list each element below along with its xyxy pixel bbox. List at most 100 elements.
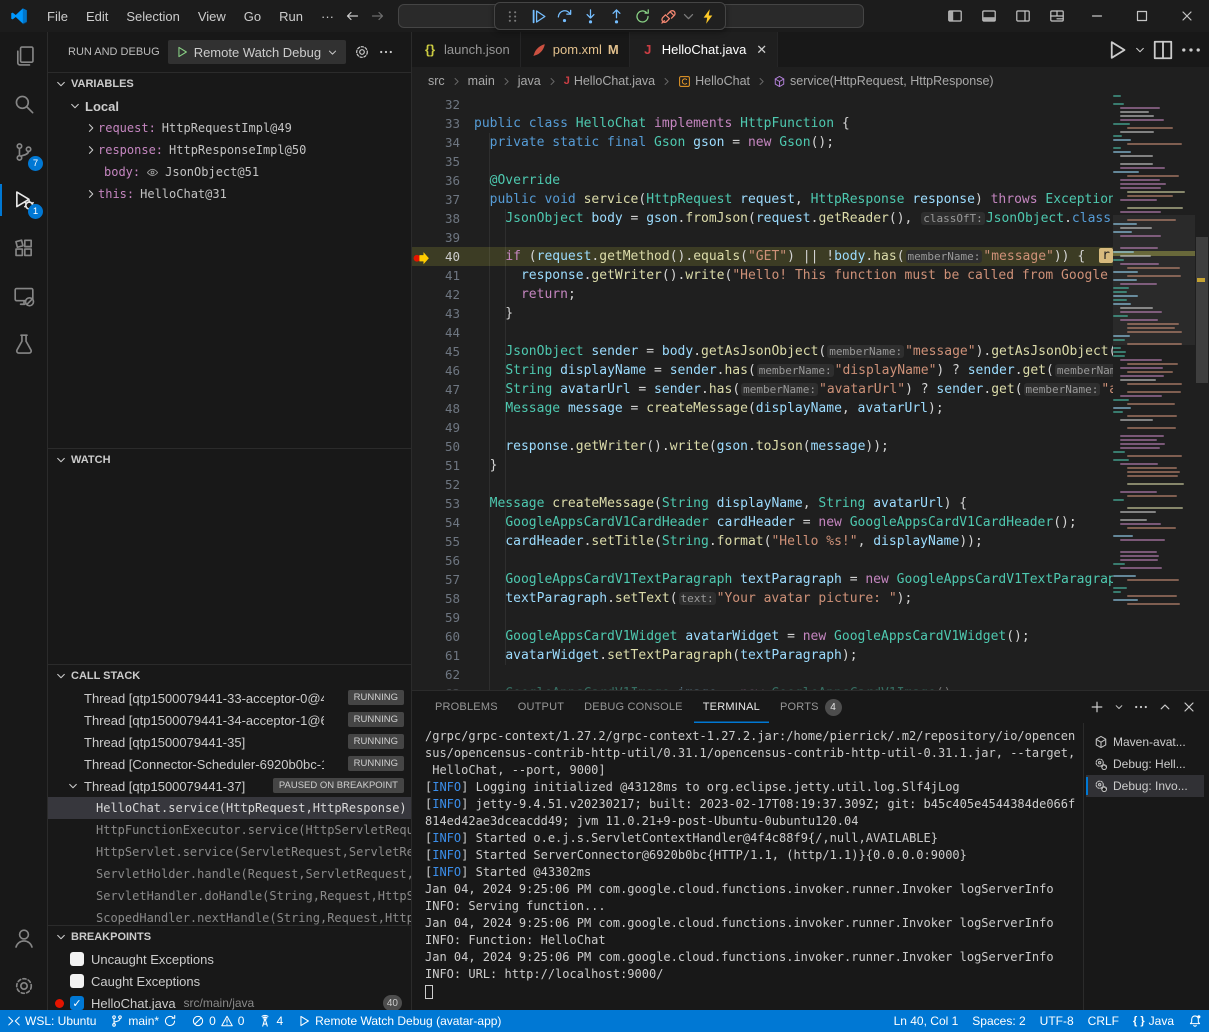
step-out-button[interactable] [603,4,629,28]
activity-bar-manage-settings[interactable] [0,962,48,1010]
breakpoint-checkbox[interactable] [70,952,84,966]
minimize-button[interactable] [1074,0,1119,32]
menu-Run[interactable]: Run [270,5,312,27]
call-stack-frame[interactable]: ServletHolder.handle(Request,ServletRequ… [48,863,412,885]
maximize-panel-icon[interactable] [1157,699,1173,715]
status-item[interactable]: Remote Watch Debug (avatar-app) [290,1010,508,1032]
gutter[interactable] [412,439,430,455]
menu-View[interactable]: View [189,5,235,27]
hot-code-replace-button[interactable] [695,4,721,28]
lazy-eval-eye-icon[interactable] [146,166,159,179]
gutter[interactable] [412,306,430,322]
breakpoint-row[interactable]: Uncaught Exceptions [48,948,412,970]
menu-Selection[interactable]: Selection [117,5,188,27]
gutter[interactable] [412,496,430,512]
code-line[interactable]: 61 avatarWidget.setTextParagraph(textPar… [412,646,1113,665]
code-line[interactable]: 57 GoogleAppsCardV1TextParagraph textPar… [412,570,1113,589]
customize-layout-button[interactable] [1040,0,1074,32]
gutter[interactable] [412,192,430,208]
editor-more-actions-icon[interactable] [1179,38,1203,62]
close-tab-icon[interactable]: ✕ [756,42,767,58]
variable-row[interactable]: request:HttpRequestImpl@49 [48,117,412,139]
panel-tab-terminal[interactable]: TERMINAL [694,691,769,723]
call-stack-header[interactable]: CALL STACK [48,665,412,687]
terminal-instance[interactable]: Debug: Invo... [1086,775,1204,797]
gutter[interactable] [412,629,430,645]
toolbar-grip-icon[interactable] [499,4,525,28]
panel-tab-debug-console[interactable]: DEBUG CONSOLE [575,691,692,723]
status-item[interactable]: 4 [251,1010,290,1032]
breakpoints-header[interactable]: BREAKPOINTS [48,926,412,948]
code-line[interactable]: 54 GoogleAppsCardV1CardHeader cardHeader… [412,513,1113,532]
debug-settings-gear-icon[interactable] [354,44,370,60]
disconnect-button[interactable] [655,4,681,28]
menu-Go[interactable]: Go [235,5,270,27]
step-into-button[interactable] [577,4,603,28]
gutter[interactable] [412,287,430,303]
breadcrumb-item[interactable]: JHelloChat.java [564,74,655,88]
gutter[interactable] [412,534,430,550]
gutter[interactable] [412,401,430,417]
gutter[interactable] [412,477,430,493]
gutter[interactable] [412,211,430,227]
activity-bar-testing[interactable] [0,320,48,368]
call-stack-frame[interactable]: HelloChat.service(HttpRequest,HttpRespon… [48,797,412,819]
code-line[interactable]: 37 public void service(HttpRequest reque… [412,190,1113,209]
code-line[interactable]: 41 response.getWriter().write("Hello! Th… [412,266,1113,285]
breakpoint-row[interactable]: ✓HelloChat.javasrc/main/java40 [48,992,412,1010]
variable-row[interactable]: body:JsonObject@51 [48,161,412,183]
tab-launch.json[interactable]: {}launch.json [412,32,521,67]
code-line[interactable]: 51 } [412,456,1113,475]
gutter[interactable] [412,572,430,588]
watch-header[interactable]: WATCH [48,449,412,471]
code-line[interactable]: 53 Message createMessage(String displayN… [412,494,1113,513]
call-stack-frame[interactable]: HttpFunctionExecutor.service(HttpServlet… [48,819,412,841]
launch-config-dropdown[interactable]: Remote Watch Debug [168,40,346,64]
code-line[interactable]: 40 if (request.getMethod().equals("GET")… [412,247,1113,266]
step-over-button[interactable] [551,4,577,28]
code-line[interactable]: 36 @Override [412,171,1113,190]
gutter[interactable] [412,458,430,474]
toggle-secondary-sidebar-button[interactable] [1006,0,1040,32]
gutter[interactable] [412,648,430,664]
status-item[interactable]: UTF-8 [1033,1010,1081,1032]
status-item[interactable]: Ln 40, Col 1 [887,1010,966,1032]
run-dropdown-chevron-icon[interactable] [1133,38,1147,62]
gutter[interactable] [412,382,430,398]
gutter[interactable] [412,667,430,683]
panel-tab-ports[interactable]: PORTS4 [771,691,851,723]
terminal-instance[interactable]: Debug: Hell... [1086,753,1204,775]
gutter[interactable] [412,173,430,189]
code-line[interactable]: 60 GoogleAppsCardV1Widget avatarWidget =… [412,627,1113,646]
code-line[interactable]: 32 [412,95,1113,114]
close-panel-icon[interactable] [1181,699,1197,715]
gutter[interactable] [412,154,430,170]
activity-bar-explorer[interactable] [0,32,48,80]
menu-moremoremore[interactable]: ··· [312,5,343,27]
go-forward-icon[interactable] [370,8,386,24]
breadcrumb-item[interactable]: HelloChat [678,74,750,88]
activity-bar-remote-explorer[interactable] [0,272,48,320]
code-line[interactable]: 46 String displayName = sender.has(membe… [412,361,1113,380]
tab-pom.xml[interactable]: pom.xmlM [521,32,630,67]
run-java-icon[interactable] [1105,38,1129,62]
gutter[interactable] [412,268,430,284]
call-stack-thread[interactable]: Thread [Connector-Scheduler-6920b0bc-1]R… [48,753,412,775]
menu-File[interactable]: File [38,5,77,27]
status-item[interactable]: 00 [184,1010,251,1032]
gutter[interactable] [412,135,430,151]
terminal-dropdown-chevron-icon[interactable] [1113,699,1125,715]
breadcrumb-item[interactable]: java [518,74,541,88]
code-line[interactable]: 55 cardHeader.setTitle(String.format("He… [412,532,1113,551]
tab-HelloChat.java[interactable]: JHelloChat.java✕ [630,32,778,67]
status-item[interactable]: main* [103,1010,184,1032]
code-line[interactable]: 33public class HelloChat implements Http… [412,114,1113,133]
code-line[interactable]: 44 [412,323,1113,342]
call-stack-frame[interactable]: HttpServlet.service(ServletRequest,Servl… [48,841,412,863]
breadcrumb-item[interactable]: main [468,74,495,88]
terminal-output[interactable]: /grpc/grpc-context/1.27.2/grpc-context-1… [425,729,1085,1006]
code-line[interactable]: 42 return; [412,285,1113,304]
gutter[interactable] [412,553,430,569]
restart-button[interactable] [629,4,655,28]
split-editor-icon[interactable] [1151,38,1175,62]
